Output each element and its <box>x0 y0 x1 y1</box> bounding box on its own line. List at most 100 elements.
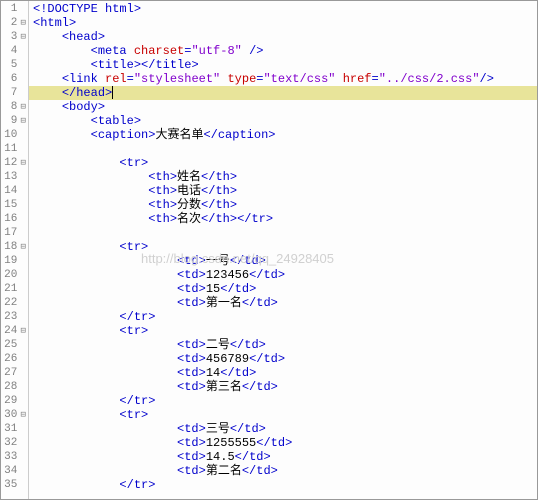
code-line[interactable]: </tr> <box>29 310 537 324</box>
token-text: 大赛名单 <box>155 128 203 142</box>
token-tag: td <box>256 464 270 478</box>
line-number: 29 <box>1 394 18 408</box>
code-line[interactable]: <td>第二名</td> <box>29 464 537 478</box>
code-line[interactable]: <title></title> <box>29 58 537 72</box>
token-punct: > <box>148 478 155 492</box>
token-punct: > <box>278 268 285 282</box>
token-text: 电话 <box>177 184 201 198</box>
gutter-row: 30⊟ <box>1 408 28 422</box>
code-line[interactable]: <td>14</td> <box>29 366 537 380</box>
fold-icon[interactable]: ⊟ <box>18 324 28 338</box>
code-line[interactable]: <head> <box>29 30 537 44</box>
fold-icon[interactable]: ⊟ <box>18 240 28 254</box>
code-line[interactable]: <td>14.5</td> <box>29 450 537 464</box>
token-punct: > <box>278 352 285 366</box>
fold-icon <box>18 72 28 86</box>
token-punct: </ <box>235 450 249 464</box>
fold-icon <box>18 44 28 58</box>
line-number: 30 <box>1 408 18 422</box>
token-text: 一号 <box>206 254 230 268</box>
token-punct: < <box>62 100 69 114</box>
gutter-row: 18⊟ <box>1 240 28 254</box>
code-line[interactable]: <!DOCTYPE html> <box>29 2 537 16</box>
fold-icon[interactable]: ⊟ <box>18 30 28 44</box>
code-line[interactable]: </tr> <box>29 394 537 408</box>
code-line[interactable]: <th>姓名</th> <box>29 170 537 184</box>
line-number: 4 <box>1 44 18 58</box>
token-punct: </ <box>201 184 215 198</box>
token-punct: < <box>119 408 126 422</box>
code-line[interactable]: <link rel="stylesheet" type="text/css" h… <box>29 72 537 86</box>
code-line[interactable]: <td>15</td> <box>29 282 537 296</box>
token-punct: </ <box>220 282 234 296</box>
fold-icon <box>18 436 28 450</box>
code-line[interactable]: <th>分数</th> <box>29 198 537 212</box>
token-tag: caption <box>218 128 268 142</box>
token-text: 第二名 <box>206 464 242 478</box>
token-punct: </ <box>242 296 256 310</box>
token-attr-val: "utf-8" <box>191 44 241 58</box>
fold-icon[interactable]: ⊟ <box>18 156 28 170</box>
code-line[interactable]: <th>名次</th></tr> <box>29 212 537 226</box>
code-line[interactable]: <tr> <box>29 408 537 422</box>
line-number: 27 <box>1 366 18 380</box>
token-punct: </ <box>256 436 270 450</box>
gutter-row: 8⊟ <box>1 100 28 114</box>
code-line[interactable]: <td>二号</td> <box>29 338 537 352</box>
token-punct: </ <box>201 198 215 212</box>
code-line[interactable]: <td>123456</td> <box>29 268 537 282</box>
code-line[interactable] <box>29 142 537 156</box>
token-tag: th <box>155 170 169 184</box>
line-number: 31 <box>1 422 18 436</box>
token-tag: td <box>263 268 277 282</box>
code-line[interactable]: <html> <box>29 16 537 30</box>
token-text: 第一名 <box>206 296 242 310</box>
fold-icon <box>18 352 28 366</box>
code-line[interactable]: <td>456789</td> <box>29 352 537 366</box>
line-number: 1 <box>1 2 18 16</box>
code-line[interactable]: </head> <box>29 86 537 100</box>
code-line[interactable]: <tr> <box>29 324 537 338</box>
token-tag: DOCTYPE html <box>47 2 133 16</box>
code-line[interactable]: <td>三号</td> <box>29 422 537 436</box>
fold-icon[interactable]: ⊟ <box>18 16 28 30</box>
fold-icon <box>18 338 28 352</box>
line-number: 11 <box>1 142 18 156</box>
code-line[interactable]: <td>第三名</td> <box>29 380 537 394</box>
token-tag: td <box>271 436 285 450</box>
code-line[interactable]: <td>1255555</td> <box>29 436 537 450</box>
token-punct: > <box>259 338 266 352</box>
code-line[interactable]: <body> <box>29 100 537 114</box>
token-tag: td <box>184 254 198 268</box>
token-tag: body <box>69 100 98 114</box>
fold-icon <box>18 310 28 324</box>
code-line[interactable]: <th>电话</th> <box>29 184 537 198</box>
fold-icon <box>18 2 28 16</box>
code-line[interactable]: <tr> <box>29 240 537 254</box>
token-tag: title <box>98 58 134 72</box>
code-line[interactable] <box>29 226 537 240</box>
token-punct: > <box>271 296 278 310</box>
code-line[interactable]: </tr> <box>29 478 537 492</box>
code-line[interactable]: <td>第一名</td> <box>29 296 537 310</box>
gutter-row: 1 <box>1 2 28 16</box>
fold-icon[interactable]: ⊟ <box>18 114 28 128</box>
line-number: 16 <box>1 212 18 226</box>
fold-icon[interactable]: ⊟ <box>18 100 28 114</box>
code-area[interactable]: <!DOCTYPE html><html> <head> <meta chars… <box>29 1 537 499</box>
code-line[interactable]: <meta charset="utf-8" /> <box>29 44 537 58</box>
token-punct: </ <box>230 338 244 352</box>
token-punct: <! <box>33 2 47 16</box>
code-line[interactable]: <td>一号</td> <box>29 254 537 268</box>
token-punct: > <box>134 58 141 72</box>
fold-icon <box>18 282 28 296</box>
token-punct: </ <box>119 310 133 324</box>
code-line[interactable]: <caption>大赛名单</caption> <box>29 128 537 142</box>
token-tag: link <box>69 72 105 86</box>
token-punct: = <box>372 72 379 86</box>
token-punct: </ <box>237 212 251 226</box>
line-number: 3 <box>1 30 18 44</box>
code-line[interactable]: <table> <box>29 114 537 128</box>
fold-icon[interactable]: ⊟ <box>18 408 28 422</box>
code-line[interactable]: <tr> <box>29 156 537 170</box>
